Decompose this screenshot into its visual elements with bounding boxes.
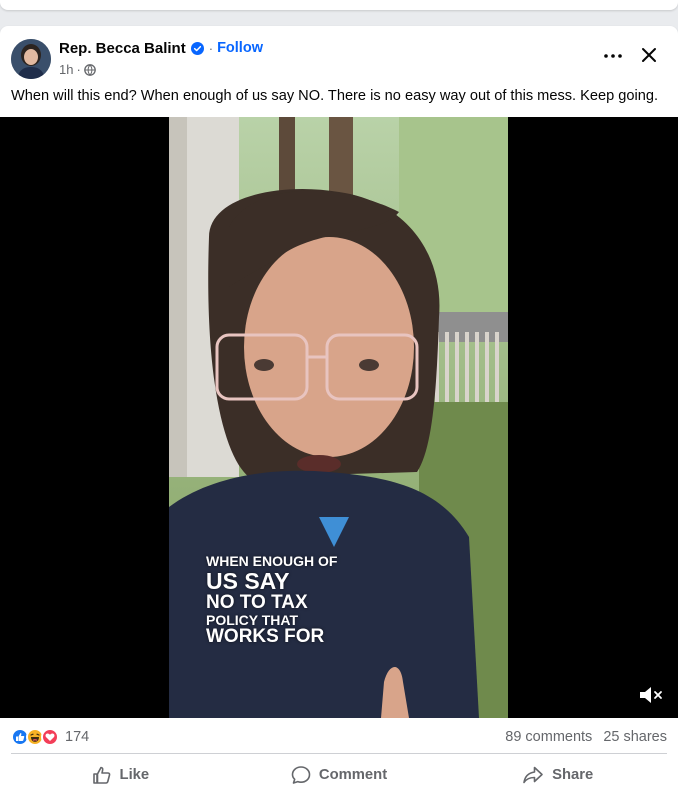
video-caption: WHEN ENOUGH OF US SAY NO TO TAX POLICY T… — [206, 554, 337, 647]
more-options-button[interactable] — [598, 44, 628, 68]
comment-button[interactable]: Comment — [230, 758, 449, 792]
divider — [11, 753, 667, 754]
caption-line: WORKS FOR — [206, 626, 325, 648]
post-card: Rep. Becca Balint · Follow 1h · When wil… — [0, 26, 678, 802]
caption-line: NO TO TAX — [206, 591, 308, 613]
verified-badge-icon — [190, 41, 204, 55]
caption-line: WHEN ENOUGH OF — [206, 553, 338, 569]
comment-label: Comment — [318, 767, 388, 783]
shares-count[interactable]: 25 shares — [603, 729, 667, 745]
separator-dot: · — [208, 40, 214, 56]
comments-count[interactable]: 89 comments — [505, 729, 592, 745]
follow-button[interactable]: Follow — [217, 40, 263, 56]
meta-separator: · — [76, 62, 81, 77]
share-label: Share — [552, 767, 594, 783]
previous-post-card — [0, 0, 678, 10]
like-button[interactable]: Like — [11, 758, 230, 792]
action-bar: Like Comment Share — [11, 758, 667, 792]
video-player[interactable]: WHEN ENOUGH OF US SAY NO TO TAX POLICY T… — [0, 117, 678, 718]
reaction-count[interactable]: 174 — [65, 729, 89, 745]
comment-icon — [291, 766, 311, 784]
post-text: When will this end? When enough of us sa… — [11, 88, 659, 104]
video-frame[interactable]: WHEN ENOUGH OF US SAY NO TO TAX POLICY T… — [169, 117, 508, 718]
avatar[interactable] — [11, 39, 51, 79]
caption-line: US SAY — [206, 567, 290, 594]
love-icon — [41, 728, 59, 746]
share-button[interactable]: Share — [448, 758, 667, 792]
thumbs-up-icon — [92, 766, 110, 784]
author-name[interactable]: Rep. Becca Balint — [59, 40, 186, 57]
like-label: Like — [119, 767, 150, 783]
close-icon — [642, 48, 656, 62]
globe-icon — [83, 63, 96, 76]
reaction-summary[interactable]: 174 — [11, 727, 89, 747]
close-button[interactable] — [636, 41, 662, 69]
speaker-muted-icon — [640, 687, 662, 703]
post-timestamp[interactable]: 1h — [59, 62, 73, 77]
ellipsis-icon — [604, 54, 622, 58]
mute-button[interactable] — [636, 684, 666, 706]
share-icon — [523, 766, 543, 784]
